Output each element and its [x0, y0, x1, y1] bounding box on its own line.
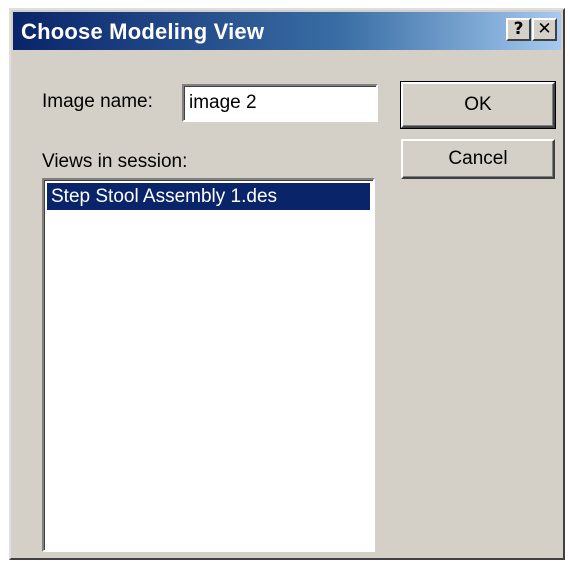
- choose-modeling-view-dialog: Choose Modeling View ? ✕ Image name: ima…: [9, 8, 565, 560]
- views-listbox[interactable]: Step Stool Assembly 1.des: [42, 178, 375, 552]
- image-name-input[interactable]: image 2: [182, 84, 378, 122]
- list-item[interactable]: Step Stool Assembly 1.des: [47, 183, 370, 210]
- question-mark-icon: ?: [513, 19, 524, 39]
- views-in-session-label: Views in session:: [42, 151, 188, 172]
- ok-button[interactable]: OK: [400, 81, 556, 129]
- close-icon: ✕: [537, 19, 552, 39]
- dialog-title: Choose Modeling View: [21, 19, 265, 44]
- image-name-label: Image name:: [42, 91, 153, 112]
- help-button[interactable]: ?: [506, 18, 531, 41]
- cancel-button[interactable]: Cancel: [401, 139, 555, 179]
- title-bar[interactable]: Choose Modeling View ? ✕: [13, 12, 561, 50]
- close-button[interactable]: ✕: [532, 18, 557, 41]
